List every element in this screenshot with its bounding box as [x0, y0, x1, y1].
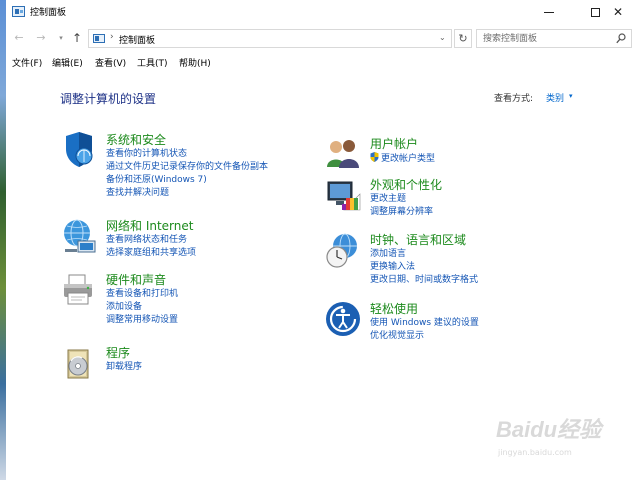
category-title-system-security[interactable]: 系统和安全 [106, 131, 166, 148]
title-bar[interactable]: 控制面板 ✕ [6, 0, 640, 24]
category-links: 更改帐户类型 [370, 152, 435, 166]
programs-disc-icon[interactable] [60, 344, 98, 382]
view-by-dropdown[interactable]: 类别 [546, 91, 564, 104]
category-links: 使用 Windows 建议的设置 优化视觉显示 [370, 317, 479, 343]
menu-tools[interactable]: 工具(T) [137, 56, 168, 69]
page-title: 调整计算机的设置 [60, 92, 157, 106]
ease-of-access-icon[interactable] [324, 300, 362, 338]
link-date-time-format[interactable]: 更改日期、时间或数字格式 [370, 274, 478, 287]
breadcrumb-separator-icon[interactable]: › [110, 32, 114, 42]
search-box[interactable] [476, 29, 632, 48]
category-title-user-accounts[interactable]: 用户帐户 [370, 135, 418, 152]
watermark-logo: Baidu经验 [496, 417, 602, 442]
close-button[interactable]: ✕ [596, 0, 640, 24]
menu-file[interactable]: 文件(F) [12, 56, 42, 69]
link-change-theme[interactable]: 更改主题 [370, 193, 433, 206]
category-links: 卸载程序 [106, 361, 142, 374]
navigation-bar: ← → ▾ ↑ › 控制面板 ⌄ ↻ [6, 26, 640, 50]
address-bar[interactable]: › 控制面板 ⌄ [88, 29, 452, 48]
link-network-status[interactable]: 查看网络状态和任务 [106, 234, 196, 247]
printer-icon[interactable] [60, 271, 98, 309]
users-icon[interactable] [324, 135, 362, 173]
link-add-device[interactable]: 添加设备 [106, 301, 178, 314]
uac-shield-icon [370, 152, 379, 162]
category-links: 查看设备和打印机 添加设备 调整常用移动设置 [106, 288, 178, 327]
link-homegroup-sharing[interactable]: 选择家庭组和共享选项 [106, 247, 196, 260]
baidu-jingyan-watermark: Baidu经验 jingyan.baidu.com [496, 412, 616, 468]
display-palette-icon[interactable] [324, 176, 362, 214]
link-uninstall-program[interactable]: 卸载程序 [106, 361, 142, 374]
menu-view[interactable]: 查看(V) [95, 56, 126, 69]
control-panel-window: 控制面板 ✕ ← → ▾ ↑ › 控制面板 ⌄ ↻ 文件(F) 编辑(E) 查看… [6, 0, 640, 480]
minimize-icon [544, 12, 554, 13]
link-change-account-type[interactable]: 更改帐户类型 [381, 154, 435, 164]
network-globe-icon[interactable] [60, 217, 98, 255]
link-optimize-visual-display[interactable]: 优化视觉显示 [370, 330, 479, 343]
category-links: 查看你的计算机状态 通过文件历史记录保存你的文件备份副本 备份和还原(Windo… [106, 148, 268, 200]
window-title: 控制面板 [30, 8, 67, 18]
link-file-history-backup[interactable]: 通过文件历史记录保存你的文件备份副本 [106, 161, 268, 174]
control-panel-icon [93, 34, 105, 43]
link-screen-resolution[interactable]: 调整屏幕分辨率 [370, 206, 433, 219]
link-recommended-settings[interactable]: 使用 Windows 建议的设置 [370, 317, 479, 330]
control-panel-icon [12, 6, 25, 17]
category-title-ease-of-access[interactable]: 轻松使用 [370, 300, 418, 317]
recent-locations-chevron-icon[interactable]: ▾ [54, 30, 68, 46]
up-arrow-icon[interactable]: ↑ [70, 30, 84, 46]
link-devices-printers[interactable]: 查看设备和打印机 [106, 288, 178, 301]
category-links: 查看网络状态和任务 选择家庭组和共享选项 [106, 234, 196, 260]
category-links: 添加语言 更换输入法 更改日期、时间或数字格式 [370, 248, 478, 287]
forward-arrow-icon[interactable]: → [34, 30, 48, 46]
category-title-appearance[interactable]: 外观和个性化 [370, 176, 442, 193]
address-dropdown-chevron-icon[interactable]: ⌄ [439, 33, 446, 42]
link-troubleshoot[interactable]: 查找并解决问题 [106, 187, 268, 200]
category-title-hardware-sound[interactable]: 硬件和声音 [106, 271, 166, 288]
watermark-url: jingyan.baidu.com [498, 448, 572, 457]
menu-bar: 文件(F) 编辑(E) 查看(V) 工具(T) 帮助(H) [6, 53, 640, 71]
link-backup-restore[interactable]: 备份和还原(Windows 7) [106, 174, 268, 187]
category-links: 更改主题 调整屏幕分辨率 [370, 193, 433, 219]
view-by-chevron-icon[interactable]: ▾ [569, 92, 573, 100]
search-icon[interactable] [616, 33, 626, 44]
category-title-programs[interactable]: 程序 [106, 344, 130, 361]
view-by-label: 查看方式: [494, 94, 534, 104]
back-arrow-icon[interactable]: ← [12, 30, 26, 46]
category-title-network[interactable]: 网络和 Internet [106, 217, 193, 234]
link-mobility-settings[interactable]: 调整常用移动设置 [106, 314, 178, 327]
refresh-button[interactable]: ↻ [454, 29, 472, 48]
link-change-input-method[interactable]: 更换输入法 [370, 261, 478, 274]
search-input[interactable] [477, 30, 607, 47]
breadcrumb-control-panel[interactable]: 控制面板 [119, 33, 155, 46]
link-add-language[interactable]: 添加语言 [370, 248, 478, 261]
link-view-computer-status[interactable]: 查看你的计算机状态 [106, 148, 268, 161]
clock-globe-icon[interactable] [324, 231, 362, 269]
menu-help[interactable]: 帮助(H) [179, 56, 211, 69]
shield-icon[interactable] [60, 131, 98, 169]
link-change-account-type-row: 更改帐户类型 [370, 152, 435, 166]
category-title-clock-language-region[interactable]: 时钟、语言和区域 [370, 231, 466, 248]
refresh-icon: ↻ [458, 32, 468, 45]
minimize-button[interactable] [526, 0, 572, 24]
close-icon: ✕ [612, 5, 624, 19]
menu-edit[interactable]: 编辑(E) [52, 56, 83, 69]
